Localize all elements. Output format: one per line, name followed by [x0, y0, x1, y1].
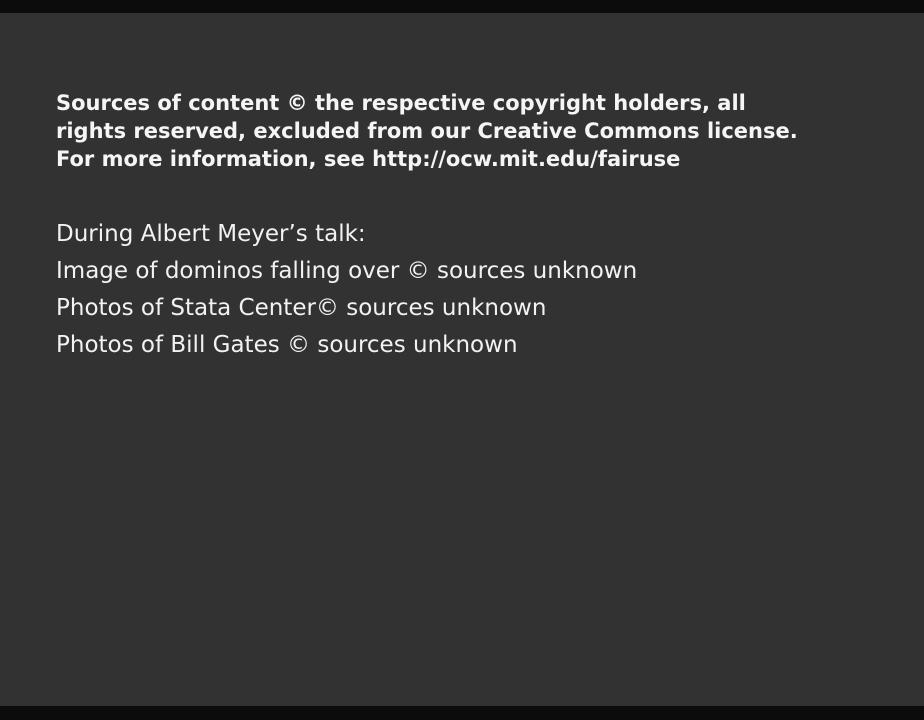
credit-item: Photos of Bill Gates © sources unknown [56, 332, 518, 358]
slide: Sources of content © the respective copy… [0, 13, 924, 706]
notice-line: rights reserved, excluded from our Creat… [56, 119, 798, 143]
notice-line: Sources of content © the respective copy… [56, 91, 746, 115]
credit-item: Image of dominos falling over © sources … [56, 258, 638, 284]
credits-heading: During Albert Meyer’s talk: [56, 221, 366, 247]
credits-list: During Albert Meyer’s talk: Image of dom… [56, 216, 896, 364]
notice-line: For more information, see http://ocw.mit… [56, 147, 681, 171]
copyright-notice: Sources of content © the respective copy… [56, 89, 896, 173]
credit-item: Photos of Stata Center© sources unknown [56, 295, 547, 321]
